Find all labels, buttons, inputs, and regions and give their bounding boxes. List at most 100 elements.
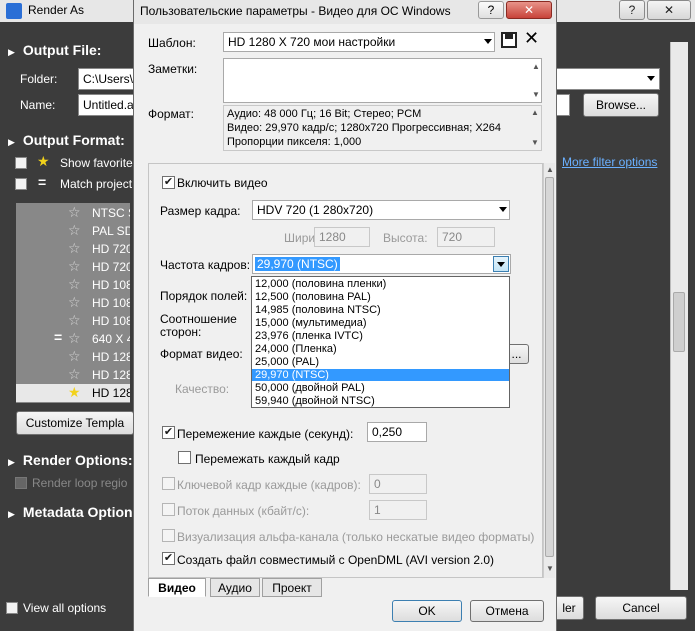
enable-video-checkbox[interactable]: ✔: [162, 176, 175, 189]
height-input[interactable]: 720: [437, 227, 495, 247]
star-filled-icon: ★: [37, 153, 50, 169]
template-item[interactable]: ☆ HD 128: [16, 348, 130, 366]
name-input[interactable]: Untitled.a: [78, 94, 138, 116]
dialog-help-button[interactable]: ?: [478, 1, 504, 19]
template-item[interactable]: ☆ HD 720: [16, 258, 130, 276]
output-file-section[interactable]: ▶ Output File:: [8, 42, 101, 58]
interleave-every-frame-checkbox[interactable]: [178, 451, 191, 464]
chevron-down-icon: [484, 39, 492, 44]
aspect-ratio-label-2: сторон:: [160, 325, 202, 339]
frame-rate-option[interactable]: 12,000 (половина пленки): [252, 278, 509, 290]
save-icon[interactable]: [501, 32, 517, 48]
template-item[interactable]: ☆ HD 108: [16, 276, 130, 294]
template-item[interactable]: ☆ HD 720: [16, 240, 130, 258]
render-as-help-button[interactable]: ?: [619, 0, 645, 20]
expand-triangle-icon: ▶: [8, 457, 15, 467]
render-button[interactable]: ler: [554, 596, 584, 620]
equals-icon: =: [54, 329, 63, 345]
interleave-checkbox[interactable]: ✔: [162, 426, 175, 439]
render-loop-checkbox[interactable]: [15, 477, 27, 489]
view-all-options-checkbox[interactable]: [6, 602, 18, 614]
tab-project[interactable]: Проект: [262, 578, 322, 597]
frame-rate-dropdown-list[interactable]: 12,000 (половина пленки) 12,500 (половин…: [251, 276, 510, 408]
scrollbar-thumb[interactable]: [545, 177, 554, 557]
dialog-close-button[interactable]: ✕: [506, 1, 552, 19]
match-project-label: Match project: [60, 177, 133, 191]
template-item[interactable]: ☆NTSC S: [16, 204, 130, 222]
scroll-up-icon[interactable]: ▲: [531, 108, 539, 117]
frame-size-combo[interactable]: HDV 720 (1 280x720): [252, 200, 510, 220]
tab-audio[interactable]: Аудио: [210, 578, 260, 597]
name-input-tail[interactable]: [556, 94, 570, 116]
scroll-up-icon[interactable]: ▲: [532, 62, 540, 71]
frame-rate-option[interactable]: 50,000 (двойной PAL): [252, 382, 509, 394]
scroll-down-icon[interactable]: ▼: [532, 90, 540, 99]
expand-triangle-icon: ▶: [8, 137, 15, 147]
render-as-close-button[interactable]: ✕: [647, 0, 691, 20]
data-rate-input[interactable]: 1: [369, 500, 427, 520]
expand-triangle-icon: ▶: [8, 509, 15, 519]
star-outline-icon: ☆: [68, 222, 81, 238]
width-input[interactable]: 1280: [314, 227, 370, 247]
ok-button[interactable]: OK: [392, 600, 462, 622]
template-item[interactable]: ☆ HD 128: [16, 366, 130, 384]
equals-icon: =: [38, 174, 47, 190]
match-project-checkbox[interactable]: [15, 178, 27, 190]
render-as-cancel-button[interactable]: Cancel: [595, 596, 687, 620]
scroll-down-icon[interactable]: ▼: [531, 138, 539, 147]
scroll-up-icon[interactable]: ▲: [546, 165, 554, 174]
frame-rate-option[interactable]: 24,000 (Пленка): [252, 343, 509, 355]
aspect-ratio-label: Соотношение: [160, 312, 237, 326]
frame-rate-dropdown-button[interactable]: [493, 256, 509, 272]
template-item[interactable]: ☆ HD 108: [16, 312, 130, 330]
delete-icon[interactable]: ✕: [524, 28, 539, 49]
frame-rate-option[interactable]: 59,940 (двойной NTSC): [252, 395, 509, 407]
show-favorites-checkbox[interactable]: [15, 157, 27, 169]
scrollbar-thumb[interactable]: [673, 292, 685, 352]
keyframe-input[interactable]: 0: [369, 474, 427, 494]
format-line: Видео: 29,970 кадр/с; 1280x720 Прогресси…: [227, 122, 502, 134]
frame-rate-option-selected[interactable]: 29,970 (NTSC): [252, 369, 509, 381]
template-combo[interactable]: HD 1280 X 720 мои настройки: [223, 32, 495, 52]
name-label: Name:: [20, 98, 56, 112]
template-item[interactable]: ☆ HD 108: [16, 294, 130, 312]
frame-rate-option[interactable]: 14,985 (половина NTSC): [252, 304, 509, 316]
render-as-scrollbar[interactable]: [670, 42, 688, 590]
frame-rate-option[interactable]: 12,500 (половина PAL): [252, 291, 509, 303]
scroll-down-icon[interactable]: ▼: [546, 564, 554, 573]
customize-template-button[interactable]: Customize Templa: [16, 411, 134, 435]
notes-textarea[interactable]: [223, 58, 542, 103]
more-filter-options-link[interactable]: More filter options: [562, 155, 657, 169]
opendml-checkbox[interactable]: ✔: [162, 552, 175, 565]
template-item[interactable]: ☆ PAL SD: [16, 222, 130, 240]
template-item[interactable]: = ☆ 640 X 4: [16, 329, 130, 348]
frame-rate-label: Частота кадров:: [160, 258, 251, 272]
folder-label: Folder:: [20, 72, 58, 86]
folder-combo-tail[interactable]: [556, 68, 660, 90]
dialog-cancel-button[interactable]: Отмена: [470, 600, 544, 622]
template-item-selected[interactable]: ★ HD 128: [16, 384, 130, 402]
video-panel-scrollbar[interactable]: ▲ ▼: [543, 163, 555, 578]
render-loop-label: Render loop regio: [32, 476, 128, 490]
output-format-section[interactable]: ▶ Output Format:: [8, 132, 125, 148]
star-outline-icon: ☆: [68, 240, 81, 256]
template-list[interactable]: ☆NTSC S ☆PAL SD ☆HD 720 ☆HD 720 ☆HD 108 …: [16, 203, 130, 403]
tab-video[interactable]: Видео: [148, 578, 206, 597]
browse-button[interactable]: Browse...: [583, 93, 659, 117]
render-options-section[interactable]: ▶ Render Options:: [8, 452, 133, 468]
data-rate-checkbox[interactable]: [162, 503, 175, 516]
star-outline-icon: ☆: [68, 366, 81, 382]
metadata-options-section[interactable]: ▶ Metadata Option: [8, 504, 133, 520]
folder-input[interactable]: C:\Users\: [78, 68, 138, 90]
alpha-channel-checkbox[interactable]: [162, 529, 175, 542]
chevron-down-icon: [647, 76, 655, 81]
frame-rate-option[interactable]: 15,000 (мультимедиа): [252, 317, 509, 329]
frame-rate-option[interactable]: 23,976 (пленка IVTC): [252, 330, 509, 342]
frame-rate-combo[interactable]: 29,970 (NTSC): [252, 254, 511, 274]
enable-video-label: Включить видео: [177, 176, 268, 190]
interleave-label: Перемежение каждые (секунд):: [177, 427, 354, 441]
interleave-input[interactable]: 0,250: [367, 422, 427, 442]
frame-rate-option[interactable]: 25,000 (PAL): [252, 356, 509, 368]
video-format-label: Формат видео:: [160, 347, 243, 361]
keyframe-checkbox[interactable]: [162, 477, 175, 490]
